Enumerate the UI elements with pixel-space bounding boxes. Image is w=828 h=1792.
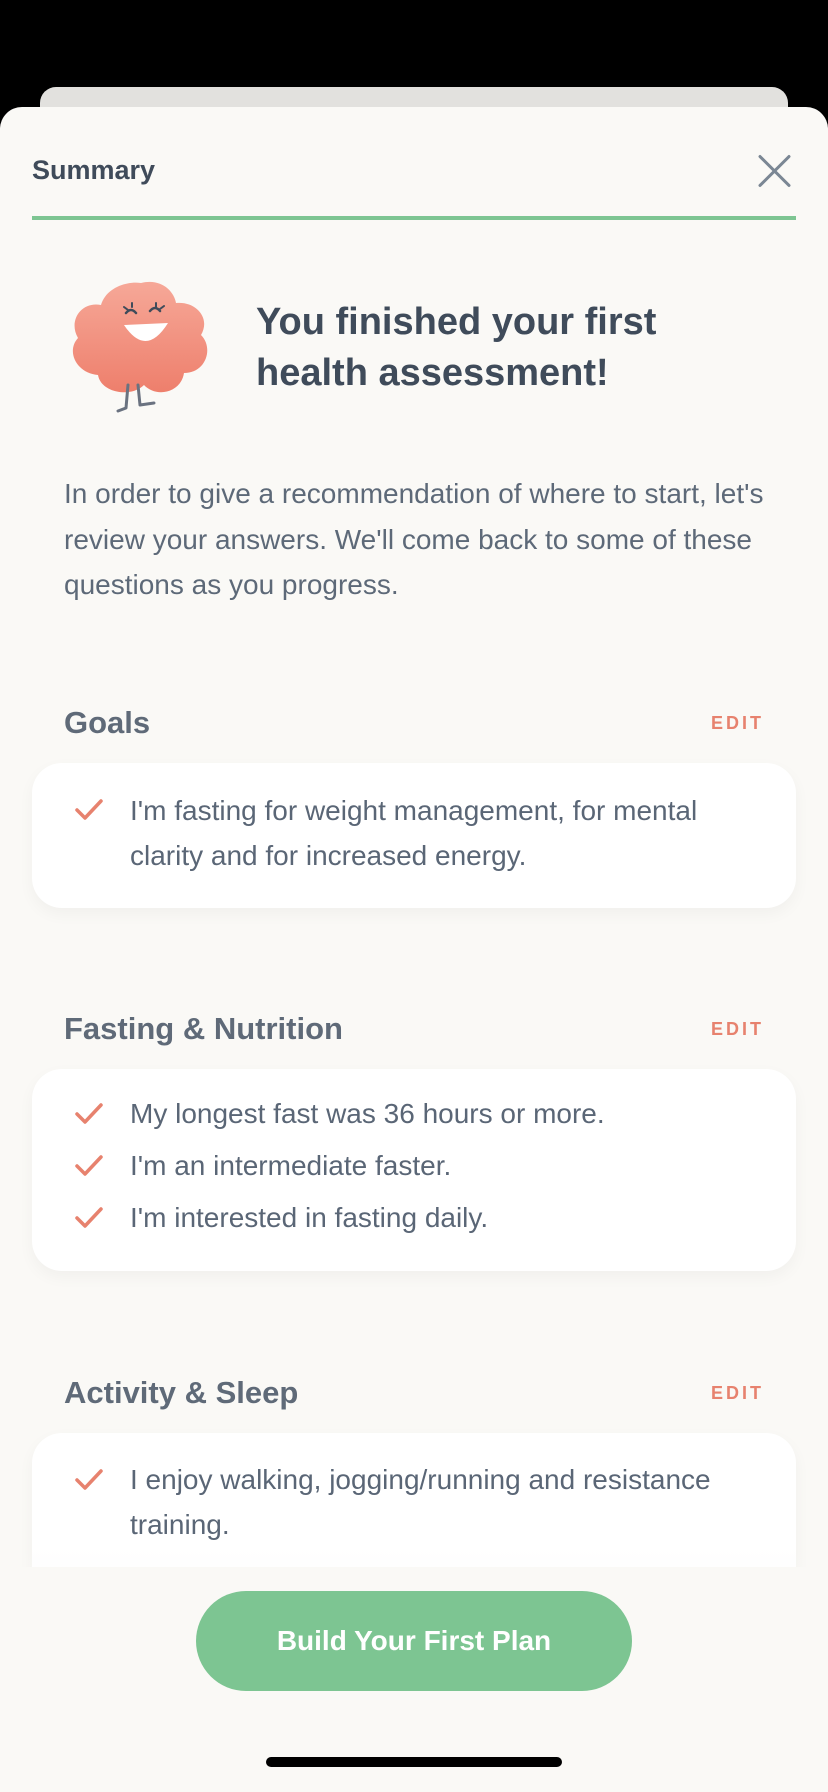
list-item: I'm interested in fasting daily.	[130, 1202, 489, 1233]
section-fasting-header: Fasting & Nutrition EDIT	[64, 1011, 764, 1051]
intro-text: In order to give a recommendation of whe…	[64, 478, 764, 600]
check-icon	[75, 1103, 103, 1124]
section-activity-header: Activity & Sleep EDIT	[64, 1375, 764, 1415]
fasting-card: My longest fast was 36 hours or more. I'…	[32, 1069, 796, 1271]
hero-title: You finished your first health assessmen…	[256, 301, 657, 394]
section-title: Fasting & Nutrition	[64, 1011, 343, 1046]
section-title: Activity & Sleep	[64, 1375, 299, 1410]
section-title: Goals	[64, 705, 151, 740]
list-item: I enjoy walking, jogging/running and res…	[130, 1464, 711, 1540]
check-icon	[75, 1155, 103, 1176]
section-goals-header: Goals EDIT	[64, 705, 764, 745]
check-icon	[75, 1207, 103, 1228]
page-title: Summary	[32, 155, 156, 185]
sheet-header: Summary	[32, 107, 796, 220]
list-item: I'm fasting for weight management, for m…	[130, 795, 698, 871]
check-icon	[75, 1469, 103, 1490]
build-plan-button[interactable]: Build Your First Plan	[196, 1591, 632, 1691]
close-icon[interactable]	[756, 153, 792, 189]
goals-card: I'm fasting for weight management, for m…	[32, 763, 796, 908]
edit-goals-button[interactable]: EDIT	[711, 713, 764, 734]
check-icon	[75, 799, 103, 820]
edit-activity-button[interactable]: EDIT	[711, 1383, 764, 1404]
list-item: My longest fast was 36 hours or more.	[130, 1098, 605, 1129]
list-item: I'm an intermediate faster.	[130, 1150, 452, 1181]
home-indicator	[266, 1757, 562, 1767]
mascot-illustration	[72, 281, 208, 413]
summary-sheet: Summary You finished your first health a…	[0, 107, 828, 1792]
edit-fasting-button[interactable]: EDIT	[711, 1019, 764, 1040]
